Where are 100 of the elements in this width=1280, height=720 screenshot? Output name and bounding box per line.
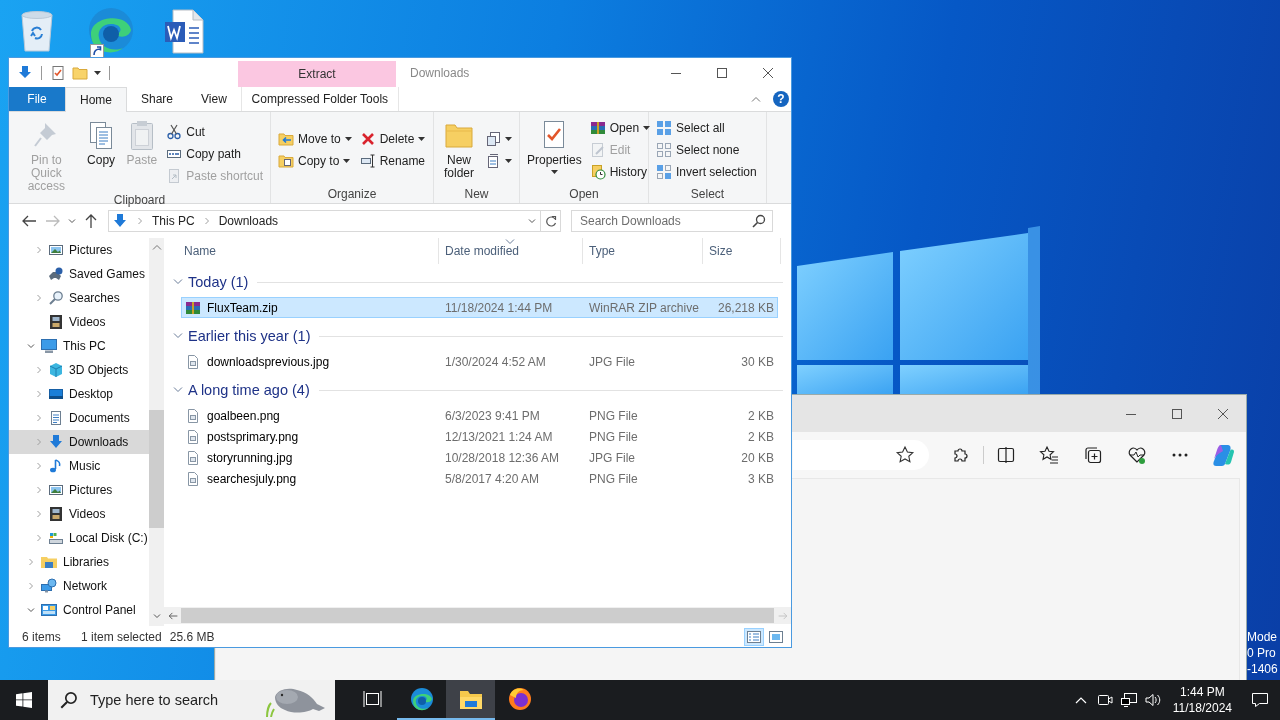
group-header[interactable]: Today (1)	[188, 274, 249, 290]
collections-icon[interactable]	[1083, 445, 1104, 465]
nav-item[interactable]: Music	[9, 454, 149, 478]
column-header[interactable]: Name	[164, 238, 439, 264]
maximize-icon[interactable]	[717, 67, 727, 78]
address-field[interactable]	[793, 440, 930, 470]
word-document-icon[interactable]	[163, 8, 205, 54]
back-icon[interactable]	[21, 213, 37, 229]
file-row[interactable]: goalbeen.png 6/3/2023 9:41 PM PNG File 2 KB	[181, 405, 778, 426]
address-bar[interactable]: This PC Downloads	[108, 210, 541, 232]
nav-item[interactable]: Videos	[9, 310, 149, 334]
nav-item[interactable]: 3D Objects	[9, 358, 149, 382]
nav-item[interactable]: Network	[9, 574, 149, 598]
file-row[interactable]: downloadsprevious.jpg 1/30/2024 4:52 AM JPG File 30 KB	[181, 351, 778, 372]
file-menu-button[interactable]: File	[9, 87, 65, 111]
heart-pulse-icon[interactable]	[1126, 445, 1147, 465]
breadcrumb[interactable]: Downloads	[218, 214, 279, 228]
nav-item[interactable]: Pictures	[9, 478, 149, 502]
caret-icon	[505, 158, 512, 163]
ribbon-button[interactable]: Select all	[656, 119, 757, 136]
network-icon[interactable]	[1119, 692, 1138, 708]
ribbon-button[interactable]: Move to	[278, 130, 352, 147]
nav-item[interactable]: Local Disk (C:)	[9, 526, 149, 550]
group-header[interactable]: A long time ago (4)	[188, 382, 310, 398]
show-hidden-icon[interactable]	[1074, 696, 1087, 704]
search-field[interactable]: Type here to search	[48, 680, 335, 720]
checklist-icon[interactable]	[50, 64, 66, 81]
scroll-thumb[interactable]	[181, 608, 774, 623]
search-field[interactable]: Search Downloads	[571, 210, 773, 232]
ribbon-button[interactable]: Delete	[359, 130, 426, 147]
nav-item[interactable]: Libraries	[9, 550, 149, 574]
ribbon-button[interactable]: Cut	[166, 124, 263, 140]
ribbon-button[interactable]: Open	[589, 119, 651, 136]
nav-item[interactable]: Searches	[9, 286, 149, 310]
ribbon-button[interactable]: History	[589, 163, 651, 180]
selection-size: 25.6 MB	[169, 629, 215, 644]
recent-locations-icon[interactable]	[68, 217, 76, 225]
file-row[interactable]: storyrunning.jpg 10/28/2018 12:36 AM JPG File 20 KB	[181, 447, 778, 468]
maximize-icon[interactable]	[1172, 408, 1182, 419]
scrollbar[interactable]	[149, 238, 164, 626]
close-icon[interactable]	[763, 67, 773, 78]
scroll-thumb[interactable]	[149, 410, 164, 528]
nav-item[interactable]: Videos	[9, 502, 149, 526]
ribbon-button[interactable]: Invert selection	[656, 163, 757, 180]
volume-icon[interactable]	[1143, 692, 1162, 708]
ribbon-button[interactable]: Copy	[81, 115, 121, 193]
up-icon[interactable]	[83, 213, 99, 229]
scroll-down-icon[interactable]	[152, 612, 161, 620]
clock[interactable]: 1:44 PM 11/18/2024	[1164, 684, 1240, 716]
ribbon-tab[interactable]: View	[187, 87, 241, 111]
ribbon-tab[interactable]: Share	[127, 87, 188, 111]
dropdown-icon[interactable]	[528, 217, 536, 225]
caret-icon	[550, 170, 558, 174]
ribbon-button[interactable]	[485, 152, 512, 169]
nav-item[interactable]: Downloads	[9, 430, 149, 454]
computer-icon	[40, 338, 58, 354]
nav-item[interactable]: This PC	[9, 334, 149, 358]
scrollbar[interactable]	[164, 607, 791, 624]
nav-item[interactable]: Documents	[9, 406, 149, 430]
nav-item[interactable]: Desktop	[9, 382, 149, 406]
caret-icon[interactable]	[94, 70, 101, 75]
column-header[interactable]: Size	[703, 238, 781, 264]
download-icon[interactable]	[17, 64, 33, 81]
film-icon	[48, 506, 64, 522]
file-row[interactable]: searchesjuly.png 5/8/2017 4:20 AM PNG File 3 KB	[181, 468, 778, 489]
ribbon-button[interactable]: New folder	[438, 115, 480, 184]
group-label: Organize	[326, 185, 378, 203]
column-header[interactable]: Type	[583, 238, 703, 264]
library-icon	[40, 554, 58, 570]
close-icon[interactable]	[1218, 408, 1228, 419]
column-header[interactable]: Date modified	[439, 238, 583, 264]
file-row[interactable]: postsprimary.png 12/13/2021 1:24 AM PNG File 2 KB	[181, 426, 778, 447]
favorites-icon[interactable]	[1039, 445, 1060, 465]
group-header[interactable]: Earlier this year (1)	[188, 328, 311, 344]
nav-item[interactable]: Pictures	[9, 238, 149, 262]
assistant-icon[interactable]	[1212, 443, 1237, 467]
taskbar-button[interactable]	[446, 680, 495, 720]
view-button[interactable]	[744, 627, 764, 646]
nav-item[interactable]: Saved Games	[9, 262, 149, 286]
star-icon[interactable]	[895, 445, 916, 465]
file-row[interactable]: FluxTeam.zip 11/18/2024 1:44 PM WinRAR ZIP archive 26,218 KB	[181, 297, 778, 318]
camera-icon[interactable]	[1096, 692, 1113, 708]
ribbon-button[interactable]: Copy path	[166, 146, 263, 162]
refresh-button[interactable]	[541, 210, 561, 232]
ribbon-button[interactable]	[485, 130, 512, 147]
nav-item[interactable]: Control Panel	[9, 598, 149, 622]
breadcrumb[interactable]: This PC	[152, 214, 195, 228]
ribbon-tab[interactable]: Home	[65, 87, 127, 112]
details-view-icon	[746, 629, 762, 644]
split-screen-icon[interactable]	[995, 445, 1016, 465]
folder-icon[interactable]	[72, 64, 88, 81]
notifications-icon[interactable]	[1251, 692, 1269, 708]
ribbon-button[interactable]: Copy to	[278, 152, 352, 169]
selection-count: 1 item selected	[81, 629, 162, 644]
size-cell-text: 26,218 KB	[716, 300, 775, 315]
help-button[interactable]: ?	[773, 91, 789, 107]
ribbon-button[interactable]: Rename	[359, 152, 426, 169]
ribbon-button[interactable]: Select none	[656, 141, 757, 158]
ribbon-button[interactable]: Properties	[524, 115, 585, 184]
image-file-icon	[185, 449, 201, 466]
